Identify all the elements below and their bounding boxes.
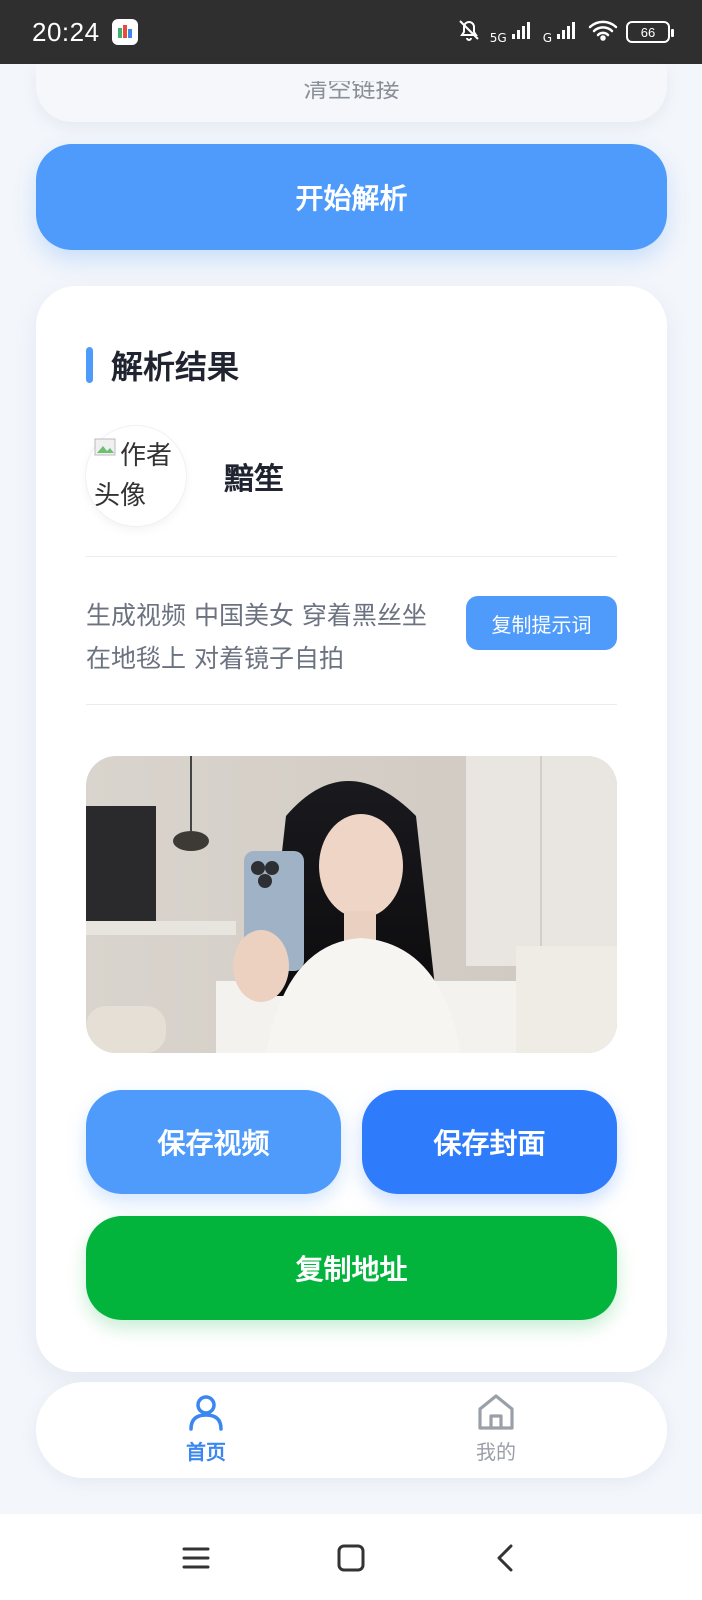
avatar: 作者头像 bbox=[86, 426, 186, 526]
copy-prompt-button[interactable]: 复制提示词 bbox=[466, 596, 617, 650]
title-accent-bar bbox=[86, 347, 93, 383]
back-icon[interactable] bbox=[490, 1542, 522, 1574]
input-card: 清空链接 bbox=[36, 64, 667, 122]
tab-home-label: 首页 bbox=[186, 1440, 226, 1464]
user-icon bbox=[189, 1395, 223, 1431]
status-time: 20:24 bbox=[32, 16, 100, 47]
divider bbox=[86, 704, 617, 705]
cover-image[interactable] bbox=[86, 756, 617, 1053]
result-card: 解析结果 作者头像 黯笙 生成视频 中国美女 穿着黑丝坐在地毯上 对着镜子自拍 … bbox=[36, 286, 667, 1372]
section-title: 解析结果 bbox=[86, 342, 239, 388]
home-icon bbox=[478, 1394, 514, 1430]
status-bar: 20:24 5G G 66 bbox=[0, 0, 702, 64]
start-parse-button[interactable]: 开始解析 bbox=[36, 144, 667, 250]
save-video-button[interactable]: 保存视频 bbox=[86, 1090, 341, 1194]
signal2-label: G bbox=[542, 31, 552, 45]
broken-image-icon bbox=[94, 438, 116, 456]
wifi-icon bbox=[588, 19, 618, 45]
author-row: 作者头像 黯笙 bbox=[86, 426, 284, 526]
app-notification-icon bbox=[111, 19, 138, 45]
signal-icon bbox=[511, 20, 535, 44]
tab-mine-label: 我的 bbox=[476, 1440, 516, 1464]
prompt-text: 生成视频 中国美女 穿着黑丝坐在地毯上 对着镜子自拍 bbox=[86, 601, 427, 673]
battery-icon: 66 bbox=[626, 21, 674, 43]
menu-icon[interactable] bbox=[180, 1542, 212, 1574]
system-nav-bar bbox=[0, 1514, 702, 1600]
home-square-icon[interactable] bbox=[335, 1542, 367, 1574]
mute-bell-icon bbox=[456, 17, 482, 47]
tab-home[interactable]: 首页 bbox=[146, 1392, 266, 1465]
tab-mine[interactable]: 我的 bbox=[436, 1392, 556, 1465]
save-cover-button[interactable]: 保存封面 bbox=[362, 1090, 617, 1194]
result-title: 解析结果 bbox=[111, 348, 240, 386]
clear-link-button[interactable]: 清空链接 bbox=[304, 81, 400, 104]
signal1-label: 5G bbox=[489, 31, 507, 45]
author-name: 黯笙 bbox=[224, 462, 284, 497]
tab-bar: 首页 我的 bbox=[36, 1382, 667, 1478]
copy-url-button[interactable]: 复制地址 bbox=[86, 1216, 617, 1320]
signal-icon bbox=[556, 20, 580, 44]
divider bbox=[86, 556, 617, 557]
